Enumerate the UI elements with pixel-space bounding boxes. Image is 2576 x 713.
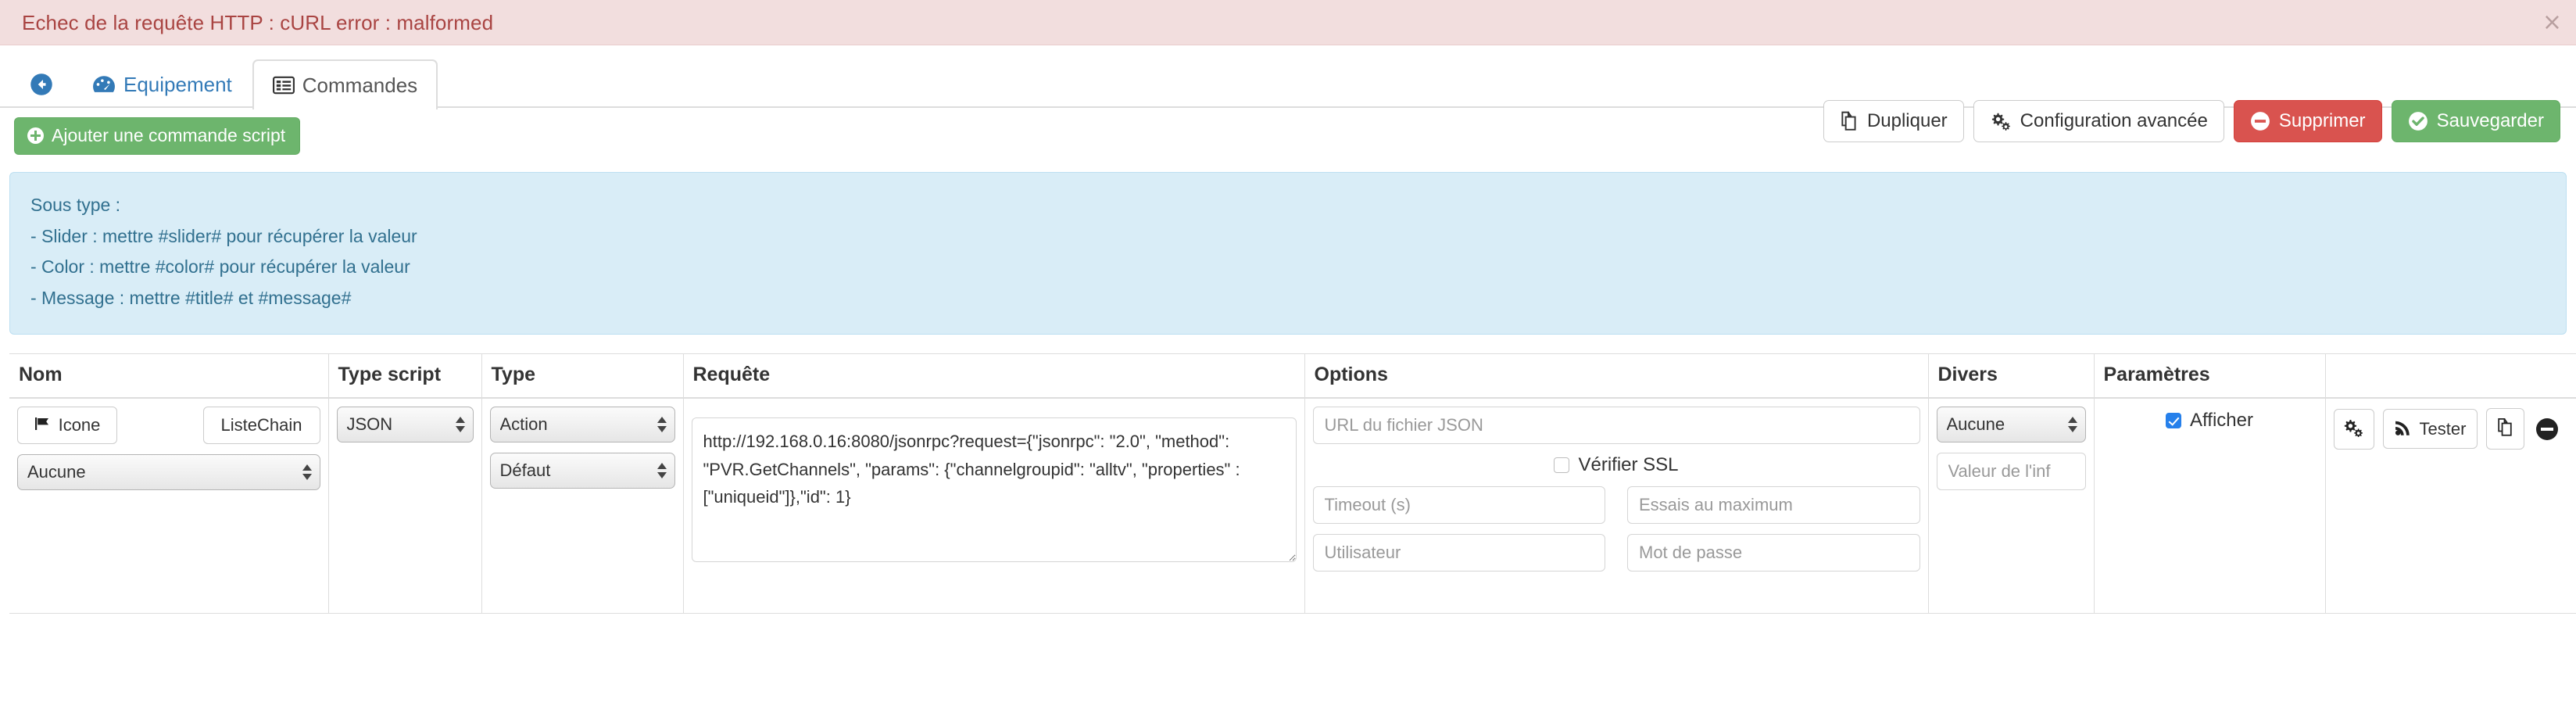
nom-buttons: Icone ListeChain [17,407,320,445]
subtype-select[interactable]: Défaut [489,453,675,489]
tab-equipement-label: Equipement [123,72,232,96]
verify-ssl-checkbox[interactable] [1554,457,1570,474]
tab-back-button[interactable] [14,59,72,108]
table-row: Icone ListeChain Aucune JSON Action Défa… [9,398,2576,614]
divers-select-wrapper: Aucune [1936,407,2086,443]
type-script-select[interactable]: JSON [336,407,474,443]
minus-circle-icon [2250,111,2270,131]
tester-button[interactable]: Tester [2382,409,2478,450]
supprimer-button[interactable]: Supprimer [2233,100,2382,142]
cell-parametres: Afficher [2093,398,2325,614]
tester-label: Tester [2419,418,2467,439]
header-type: Type [481,353,683,399]
verify-ssl-label: Vérifier SSL [1578,454,1679,476]
header-parametres: Paramètres [2093,353,2325,399]
cell-actions: Tester [2324,398,2576,614]
type-script-select-wrapper: JSON [336,407,474,443]
header-actions: Dupliquer Configuration avancée Supprime… [1823,100,2560,142]
divers-select[interactable]: Aucune [1936,407,2086,443]
row-dupliquer-button[interactable] [2486,408,2525,450]
cogs-icon [2344,418,2364,440]
add-script-command-label: Ajouter une commande script [52,125,286,145]
sauvegarder-label: Sauvegarder [2436,110,2544,131]
subtype-info-panel: Sous type : - Slider : mettre #slider# p… [9,172,2567,335]
flag-icon [34,416,52,435]
timeout-input[interactable] [1312,486,1605,525]
tab-bar: Equipement Commandes Dupliquer Configura… [0,45,2576,142]
json-url-input[interactable] [1312,407,1920,445]
afficher-row[interactable]: Afficher [2166,410,2253,432]
commands-table: Nom Type script Type Requête Options Div… [9,353,2576,614]
max-retries-input[interactable] [1627,486,1920,525]
parametres-content: Afficher [2102,407,2317,432]
header-nom: Nom [9,353,328,399]
dupliquer-button[interactable]: Dupliquer [1823,100,1964,142]
add-script-command-button[interactable]: Ajouter une commande script [14,117,301,155]
cogs-icon [1990,111,2012,131]
supprimer-label: Supprimer [2278,110,2366,131]
password-input[interactable] [1627,534,1920,572]
check-circle-icon [2408,111,2428,131]
commands-table-head: Nom Type script Type Requête Options Div… [9,353,2576,399]
row-action-buttons: Tester [2333,407,2576,450]
cell-nom: Icone ListeChain Aucune [9,398,328,614]
dashboard-icon [92,74,116,95]
arrow-circle-left-icon [30,73,53,96]
type-select-wrapper: Action [489,407,675,443]
configuration-avancee-button[interactable]: Configuration avancée [1973,100,2224,142]
nom-select[interactable]: Aucune [17,454,320,491]
rss-icon [2395,418,2413,439]
info-line-4: - Message : mettre #title# et #message# [30,287,352,308]
type-select[interactable]: Action [489,407,675,443]
icone-label: Icone [58,415,101,435]
tab-list: Equipement Commandes [14,59,438,109]
close-icon[interactable]: × [2542,10,2562,34]
configuration-avancee-label: Configuration avancée [2020,110,2208,131]
nom-select-wrapper: Aucune [17,454,320,491]
subtype-select-wrapper: Défaut [489,453,675,489]
listechain-button[interactable]: ListeChain [202,407,320,445]
info-line-2: - Slider : mettre #slider# pour récupére… [30,225,417,246]
commands-table-body: Icone ListeChain Aucune JSON Action Défa… [9,398,2576,614]
sauvegarder-button[interactable]: Sauvegarder [2391,100,2560,142]
row-supprimer-icon[interactable] [2536,417,2559,440]
icone-button[interactable]: Icone [17,407,117,445]
cell-requete: http://192.168.0.16:8080/jsonrpc?request… [682,398,1304,614]
info-value-input[interactable] [1936,453,2086,491]
table-header-row: Nom Type script Type Requête Options Div… [9,353,2576,399]
header-type-script: Type script [327,353,481,399]
copy-icon [2496,417,2514,440]
header-divers: Divers [1927,353,2094,399]
options-grid: Vérifier SSL [1312,407,1920,572]
cell-options: Vérifier SSL [1304,398,1928,614]
requete-textarea[interactable]: http://192.168.0.16:8080/jsonrpc?request… [691,417,1297,563]
afficher-checkbox[interactable] [2166,413,2182,429]
tab-commandes-label: Commandes [302,73,418,97]
alert-message: Echec de la requête HTTP : cURL error : … [22,10,494,34]
user-input[interactable] [1312,534,1605,572]
row-configuration-button[interactable] [2333,408,2374,450]
afficher-label: Afficher [2190,410,2253,432]
list-alt-icon [272,76,295,95]
tab-equipement[interactable]: Equipement [72,59,252,108]
cell-divers: Aucune [1927,398,2094,614]
http-error-alert: Echec de la requête HTTP : cURL error : … [0,0,2576,45]
tab-commandes[interactable]: Commandes [252,59,438,109]
commands-table-wrapper: Nom Type script Type Requête Options Div… [9,353,2576,614]
cell-type-script: JSON [327,398,481,614]
cell-type: Action Défaut [481,398,683,614]
header-options: Options [1304,353,1928,399]
listechain-label: ListeChain [220,415,302,435]
verify-ssl-row[interactable]: Vérifier SSL [1313,454,1920,476]
dupliquer-label: Dupliquer [1866,110,1948,131]
copy-icon [1840,111,1859,131]
header-actions [2324,353,2576,399]
plus-circle-icon [27,127,44,144]
info-line-3: - Color : mettre #color# pour récupérer … [30,256,410,278]
info-line-1: Sous type : [30,195,121,215]
header-requete: Requête [682,353,1304,399]
